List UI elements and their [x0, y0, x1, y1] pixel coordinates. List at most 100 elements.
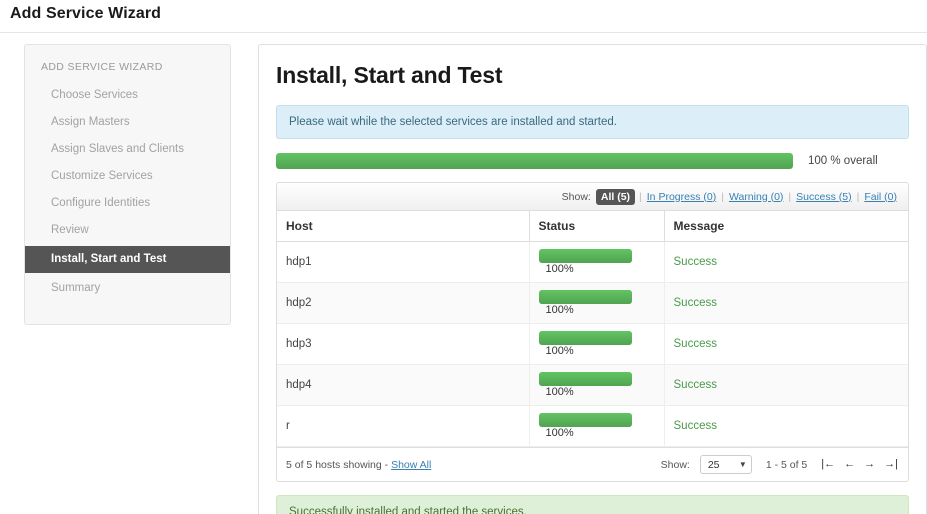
- row-progress-fill: [538, 290, 632, 305]
- table-head: Host Status Message: [277, 211, 908, 242]
- cell-host: hdp4: [277, 364, 529, 407]
- cell-host: r: [277, 405, 529, 448]
- info-alert-text: Please wait while the selected services …: [289, 116, 617, 128]
- chevron-down-icon: ▼: [738, 460, 747, 470]
- filter-option-in-progress[interactable]: In Progress (0): [646, 191, 717, 203]
- page-title: Add Service Wizard: [10, 5, 162, 22]
- cell-status: 100%: [528, 282, 664, 325]
- status-filter-bar: Show: All (5) | In Progress (0) | Warnin…: [277, 183, 908, 211]
- main-panel: Install, Start and Test Please wait whil…: [258, 44, 927, 514]
- row-percent-label: 100%: [545, 263, 574, 275]
- overall-progress-row: 100 % overall: [276, 153, 909, 169]
- host-status-panel: Show: All (5) | In Progress (0) | Warnin…: [276, 182, 909, 483]
- filter-option-all[interactable]: All (5): [595, 188, 636, 205]
- cell-status: 100%: [528, 241, 664, 284]
- row-progress-fill: [538, 331, 632, 346]
- filter-separator: |: [721, 190, 724, 203]
- sidebar-title: ADD SERVICE WIZARD: [41, 61, 163, 73]
- sidebar-item-label: Summary: [51, 282, 101, 294]
- row-progress-bar: [538, 249, 632, 263]
- table-row: hdp3 100% Success: [277, 323, 908, 366]
- table-body: hdp1 100% Success hdp2 100% Success hdp3…: [277, 241, 908, 448]
- next-page-icon[interactable]: →: [864, 459, 875, 470]
- pager-controls: |← ← → →|: [821, 459, 898, 470]
- cell-message: Success: [663, 405, 908, 448]
- row-percent-label: 100%: [545, 345, 574, 358]
- main-heading: Install, Start and Test: [276, 62, 503, 88]
- sidebar-item-label: Choose Services: [51, 89, 138, 101]
- host-status-table: Host Status Message hdp1 100% Success hd…: [277, 211, 908, 448]
- cell-message: Success: [663, 282, 908, 325]
- row-percent-label: 100%: [545, 386, 574, 399]
- sidebar-nav-list: Choose Services Assign Masters Assign Sl…: [25, 82, 230, 302]
- page-header: Add Service Wizard: [0, 0, 927, 33]
- sidebar-item-label: Customize Services: [51, 170, 153, 182]
- table-row: hdp1 100% Success: [277, 241, 908, 284]
- page-size-value: 25: [707, 458, 720, 471]
- sidebar-item-customize-services[interactable]: Customize Services: [25, 163, 230, 190]
- cell-message: Success: [663, 241, 908, 284]
- row-progress-fill: [538, 372, 632, 387]
- show-all-link[interactable]: Show All: [391, 459, 431, 471]
- last-page-icon[interactable]: →|: [884, 459, 898, 470]
- column-header-host[interactable]: Host: [277, 211, 529, 242]
- row-progress-bar: [538, 372, 632, 387]
- success-alert: Successfully installed and started the s…: [276, 495, 909, 514]
- row-progress-bar: [538, 290, 632, 305]
- cell-host: hdp2: [277, 282, 529, 325]
- previous-page-icon[interactable]: ←: [844, 459, 855, 470]
- sidebar-item-choose-services[interactable]: Choose Services: [25, 82, 230, 109]
- info-alert: Please wait while the selected services …: [276, 105, 909, 139]
- cell-message: Success: [663, 323, 908, 366]
- cell-host: hdp3: [277, 323, 529, 366]
- filter-separator: |: [639, 190, 642, 203]
- page-range-label: 1 - 5 of 5: [765, 458, 808, 471]
- wizard-body: ADD SERVICE WIZARD Choose Services Assig…: [0, 33, 927, 514]
- table-header-row: Host Status Message: [277, 211, 908, 242]
- page-size-label: Show:: [660, 458, 690, 471]
- filter-option-success[interactable]: Success (5): [795, 191, 852, 203]
- sidebar-item-review[interactable]: Review: [25, 217, 230, 244]
- table-row: hdp2 100% Success: [277, 282, 908, 325]
- sidebar-item-label: Assign Masters: [51, 116, 130, 128]
- row-progress-bar: [538, 413, 632, 428]
- filter-show-label: Show:: [561, 190, 591, 203]
- row-progress-fill: [538, 249, 632, 263]
- sidebar-item-install-start-and-test[interactable]: Install, Start and Test: [25, 246, 230, 273]
- filter-separator: |: [788, 190, 792, 203]
- overall-progress-fill: [276, 153, 793, 169]
- cell-status: 100%: [528, 323, 664, 366]
- filter-option-warning[interactable]: Warning (0): [728, 191, 784, 203]
- row-progress-bar: [538, 331, 632, 346]
- table-row: r 100% Success: [277, 405, 908, 448]
- footer-summary: 5 of 5 hosts showing - Show All: [286, 459, 431, 471]
- sidebar-item-summary[interactable]: Summary: [25, 275, 230, 302]
- cell-host: hdp1: [277, 241, 529, 284]
- sidebar-item-label: Install, Start and Test: [51, 253, 167, 265]
- filter-separator: |: [856, 190, 860, 203]
- row-progress-fill: [538, 413, 632, 428]
- table-footer: 5 of 5 hosts showing - Show All Show: 25…: [277, 447, 908, 482]
- overall-progress-label: 100 % overall: [808, 155, 878, 167]
- success-alert-text: Successfully installed and started the s…: [289, 506, 527, 514]
- sidebar-item-assign-slaves-and-clients[interactable]: Assign Slaves and Clients: [25, 136, 230, 163]
- column-header-message[interactable]: Message: [663, 211, 908, 242]
- row-percent-label: 100%: [545, 304, 574, 317]
- sidebar-item-label: Assign Slaves and Clients: [51, 143, 184, 155]
- page-size-select[interactable]: 25 ▼: [699, 455, 752, 475]
- footer-pagination: Show: 25 ▼ 1 - 5 of 5 |← ← → →|: [660, 455, 898, 475]
- sidebar-item-configure-identities[interactable]: Configure Identities: [25, 190, 230, 217]
- cell-status: 100%: [528, 364, 664, 407]
- overall-progress-bar: [276, 153, 793, 169]
- sidebar-item-label: Configure Identities: [51, 197, 151, 209]
- sidebar-item-assign-masters[interactable]: Assign Masters: [25, 109, 230, 136]
- cell-message: Success: [663, 364, 908, 407]
- cell-status: 100%: [528, 405, 664, 448]
- sidebar-item-label: Review: [51, 224, 89, 236]
- table-row: hdp4 100% Success: [277, 364, 908, 407]
- filter-option-fail[interactable]: Fail (0): [863, 191, 898, 203]
- wizard-sidebar: ADD SERVICE WIZARD Choose Services Assig…: [24, 44, 231, 325]
- hosts-showing-text: 5 of 5 hosts showing -: [286, 458, 389, 471]
- first-page-icon[interactable]: |←: [821, 459, 835, 470]
- column-header-status[interactable]: Status: [528, 211, 664, 242]
